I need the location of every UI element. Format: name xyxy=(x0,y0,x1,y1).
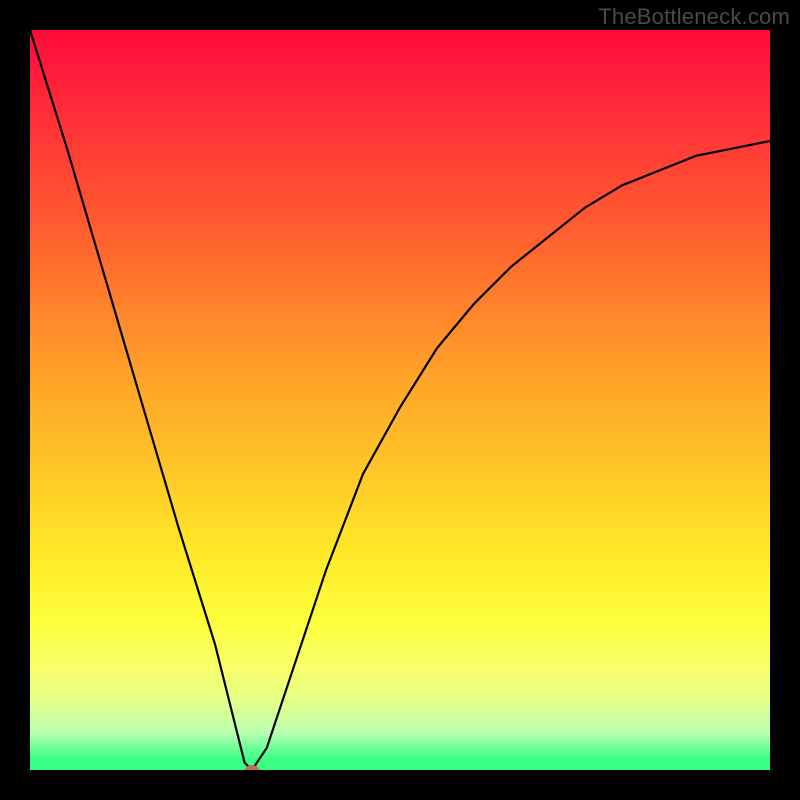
frame-bottom xyxy=(0,770,800,800)
chart-background-gradient xyxy=(30,30,770,770)
frame-left xyxy=(0,0,30,800)
chart-container: TheBottleneck.com xyxy=(0,0,800,800)
watermark-text: TheBottleneck.com xyxy=(598,4,790,30)
frame-right xyxy=(770,0,800,800)
